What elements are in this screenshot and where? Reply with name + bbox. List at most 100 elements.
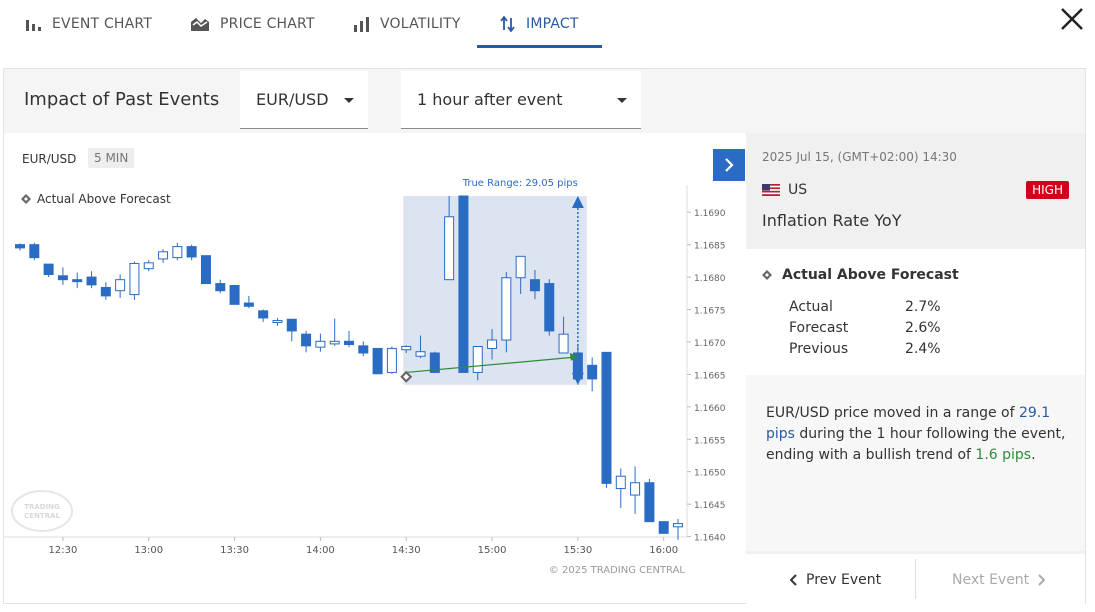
y-tick-label: 1.1640 <box>694 534 726 544</box>
forecast-block: Actual Above Forecast Actual 2.7% Forecas… <box>746 249 1085 375</box>
pair-select-value: EUR/USD <box>256 90 329 109</box>
page-title: Impact of Past Events <box>24 89 220 110</box>
candle-body <box>186 246 197 258</box>
candle-body <box>673 523 683 528</box>
candle-body <box>601 351 612 484</box>
y-tick-label: 1.1665 <box>694 371 726 381</box>
candle-body <box>100 286 111 297</box>
tab-impact[interactable]: IMPACT <box>500 0 579 48</box>
chevron-right-icon <box>725 158 734 172</box>
country-code: US <box>788 182 808 198</box>
candle-body <box>630 482 641 496</box>
event-header: 2025 Jul 15, (GMT+02:00) 14:30 US HIGH I… <box>746 133 1085 249</box>
chart-legend: Actual Above Forecast <box>21 192 171 206</box>
candle-body <box>472 345 483 373</box>
y-tick-label: 1.1650 <box>694 469 726 479</box>
y-tick-label: 1.1690 <box>694 209 726 219</box>
prev-event-label: Prev Event <box>806 571 882 588</box>
impact-badge: HIGH <box>1026 181 1069 199</box>
candle-body <box>200 255 211 285</box>
impact-icon <box>500 16 515 32</box>
diamond-icon <box>21 194 31 204</box>
copyright-text: © 2025 TRADING CENTRAL <box>549 565 686 576</box>
diamond-icon <box>762 270 772 280</box>
next-event-button[interactable]: Next Event <box>952 554 1046 605</box>
row-value: 2.4% <box>905 341 941 357</box>
candle-body <box>129 262 140 296</box>
row-value: 2.6% <box>905 320 941 336</box>
event-name: Inflation Rate YoY <box>762 211 902 230</box>
summary-text: EUR/USD price moved in a range of 29.1 p… <box>766 403 1066 466</box>
active-tab-indicator <box>477 45 602 48</box>
watermark-text: TRADING <box>24 503 60 511</box>
nav-divider <box>915 559 916 599</box>
tab-event-chart[interactable]: EVENT CHART <box>26 0 152 48</box>
toolbar: Impact of Past Events EUR/USD 1 hour aft… <box>4 69 1085 133</box>
candle-body <box>558 333 569 354</box>
candle-body <box>301 333 312 347</box>
watermark-text: CENTRAL <box>24 512 60 520</box>
candle-body <box>358 345 369 354</box>
summary-part: EUR/USD price moved in a range of <box>766 405 1019 421</box>
row-label: Forecast <box>789 320 849 336</box>
candle-body <box>72 279 83 283</box>
x-tick-label: 13:00 <box>134 545 163 556</box>
candle-body <box>329 340 340 345</box>
summary-part: . <box>1031 447 1036 463</box>
candle-body <box>501 277 512 341</box>
candle-body <box>229 285 240 305</box>
tab-label: PRICE CHART <box>220 16 315 32</box>
x-tick-label: 15:00 <box>478 545 507 556</box>
chart-area: 1.1690 1.1685 1.1680 1.1675 1.1670 1.1665 1.16… <box>4 133 746 605</box>
candle-body <box>272 320 283 323</box>
candle-body <box>615 475 626 490</box>
x-tick-label: 15:30 <box>563 545 592 556</box>
tab-price-chart[interactable]: PRICE CHART <box>190 0 315 48</box>
forecast-row: Forecast 2.6% <box>789 320 941 336</box>
row-value: 2.7% <box>905 299 941 315</box>
candle-body <box>143 262 154 270</box>
candle-body <box>243 302 254 307</box>
x-tick-label: 14:00 <box>306 545 335 556</box>
event-country: US <box>762 182 807 198</box>
tab-label: EVENT CHART <box>52 16 153 32</box>
summary-trend: 1.6 pips <box>975 447 1032 463</box>
event-sidebar: 2025 Jul 15, (GMT+02:00) 14:30 US HIGH I… <box>746 133 1085 608</box>
caret-down-icon <box>344 98 354 103</box>
volatility-icon <box>354 16 369 32</box>
actual-row: Actual 2.7% <box>789 299 941 315</box>
candle-body <box>444 216 455 281</box>
tab-label: IMPACT <box>526 16 579 32</box>
candle-body <box>644 482 655 523</box>
pair-select[interactable]: EUR/USD <box>240 71 368 129</box>
y-tick-label: 1.1675 <box>694 307 726 317</box>
previous-row: Previous 2.4% <box>789 341 941 357</box>
us-flag-icon <box>762 184 780 196</box>
row-label: Previous <box>789 341 849 357</box>
candle-body <box>86 276 97 286</box>
impact-summary: EUR/USD price moved in a range of 29.1 p… <box>746 375 1085 551</box>
candle-body <box>344 340 354 346</box>
y-tick-label: 1.1645 <box>694 501 726 511</box>
close-button[interactable] <box>1058 5 1086 33</box>
timeframe-select[interactable]: 1 hour after event <box>401 71 641 129</box>
caret-down-icon <box>617 98 627 103</box>
candle-body <box>458 195 469 373</box>
prev-event-button[interactable]: Prev Event <box>790 554 881 605</box>
candle-body <box>544 283 555 332</box>
event-date: 2025 Jul 15, (GMT+02:00) 14:30 <box>762 150 957 164</box>
tab-label: VOLATILITY <box>380 16 461 32</box>
tab-bar: EVENT CHART PRICE CHART VOLATILITY IMPAC… <box>0 0 1095 48</box>
expand-button[interactable] <box>713 149 745 181</box>
price-chart-icon <box>191 18 209 31</box>
candle-body <box>29 244 40 259</box>
watermark-logo <box>11 490 73 532</box>
x-tick-label: 13:30 <box>220 545 249 556</box>
chart-symbol: EUR/USD <box>22 152 77 166</box>
chevron-left-icon <box>790 573 797 586</box>
y-tick-label: 1.1660 <box>694 404 726 414</box>
candle-body <box>43 263 54 275</box>
tab-volatility[interactable]: VOLATILITY <box>354 0 461 48</box>
next-event-label: Next Event <box>952 571 1030 588</box>
candle-body <box>415 351 426 357</box>
